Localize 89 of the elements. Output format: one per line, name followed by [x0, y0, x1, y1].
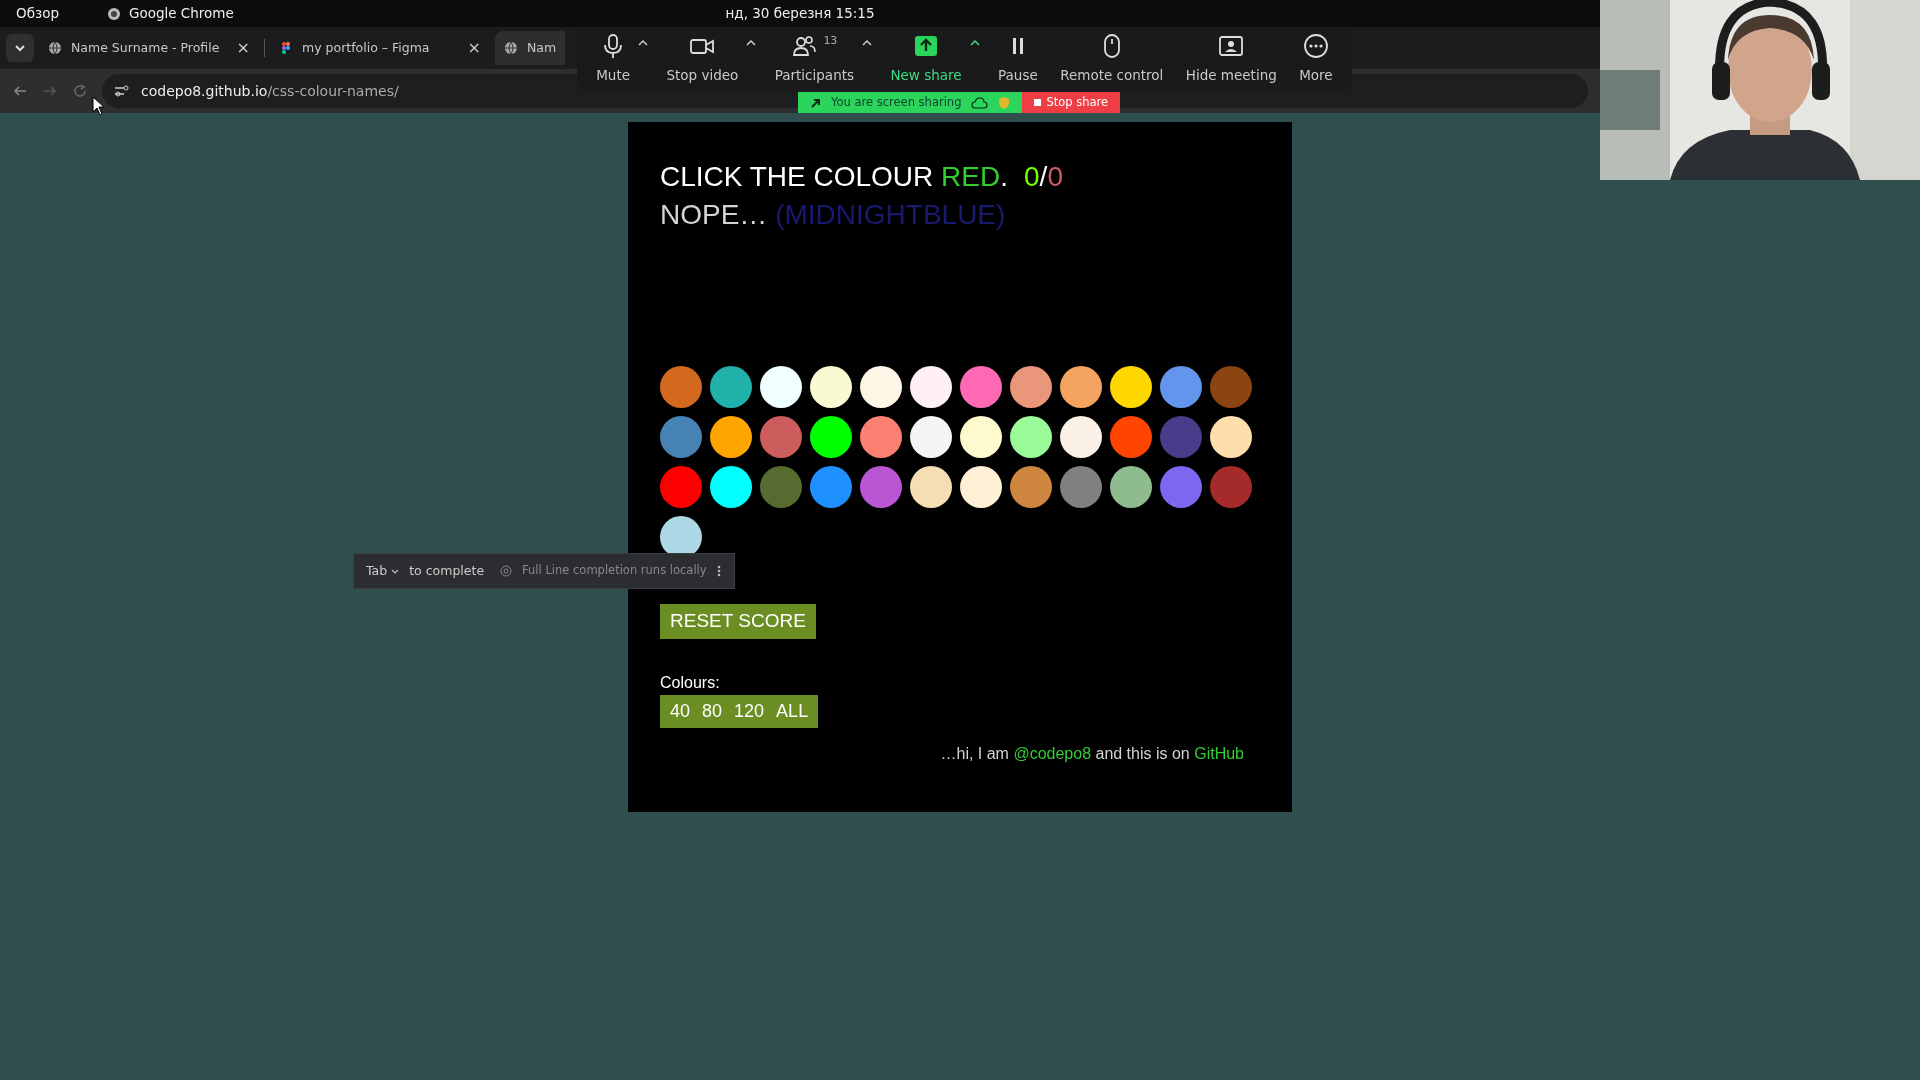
reload-icon[interactable] [72, 83, 88, 99]
prompt-text: CLICK THE COLOUR [660, 161, 934, 192]
site-settings-icon[interactable] [114, 84, 129, 98]
footer-text: …hi, I am @codepo8 and this is on GitHub [939, 743, 1245, 764]
caret-icon[interactable] [862, 38, 873, 47]
app-icon [106, 6, 121, 21]
caret-icon[interactable] [638, 38, 648, 47]
caret-icon[interactable] [746, 38, 757, 47]
participant-count: 13 [823, 32, 838, 49]
activities-button[interactable]: Обзор [16, 3, 59, 24]
browser-tab[interactable]: Nam [495, 31, 566, 65]
colour-swatch[interactable] [1060, 416, 1102, 458]
colour-swatch[interactable] [860, 366, 902, 408]
stop-icon [1034, 99, 1042, 106]
colour-swatch[interactable] [910, 366, 952, 408]
colour-swatch[interactable] [1160, 466, 1202, 508]
tab-list-button[interactable] [6, 34, 34, 62]
colour-count-button[interactable]: ALL [770, 694, 815, 728]
colour-swatch[interactable] [710, 366, 752, 408]
key-dropdown[interactable]: Tab [366, 561, 400, 581]
correct-score: 0 [1024, 161, 1040, 192]
colour-swatch[interactable] [960, 466, 1002, 508]
colour-swatch[interactable] [1010, 466, 1052, 508]
globe-icon [504, 41, 518, 55]
period: . [1000, 161, 1008, 192]
clock[interactable]: нд, 30 березня 15:15 [725, 3, 875, 24]
colour-count-button[interactable]: 80 [696, 694, 729, 728]
colour-swatch[interactable] [1010, 416, 1052, 458]
colour-swatch[interactable] [710, 416, 752, 458]
colour-swatch[interactable] [810, 366, 852, 408]
answer-text: (MIDNIGHTBLUE) [775, 199, 1006, 230]
shield-icon [998, 95, 1011, 110]
stop-share-button[interactable]: Stop share [1022, 92, 1121, 113]
hint-action: to complete [409, 561, 485, 580]
colour-swatch[interactable] [910, 466, 952, 508]
more-icon [1302, 32, 1329, 59]
colour-swatch[interactable] [760, 416, 802, 458]
colour-swatch[interactable] [1010, 366, 1052, 408]
target-colour: RED [941, 161, 1001, 192]
sharing-status: You are screen sharing [831, 93, 962, 111]
colour-swatch[interactable] [860, 466, 902, 508]
colour-swatch[interactable] [910, 416, 952, 458]
url-text: codepo8.github.io/css-colour-names/ [141, 81, 399, 101]
colour-swatch[interactable] [1110, 466, 1152, 508]
browser-tab[interactable]: my portfolio – Figma × [270, 31, 490, 65]
browser-tab[interactable]: Name Surname - Profile × [39, 31, 259, 65]
mouse-cursor-icon [92, 96, 106, 116]
colour-swatch[interactable] [760, 466, 802, 508]
colour-swatch[interactable] [1060, 366, 1102, 408]
close-tab-button[interactable]: × [467, 36, 481, 60]
colour-swatch[interactable] [960, 416, 1002, 458]
hint-note: Full Line completion runs locally [522, 562, 707, 580]
kebab-menu-icon[interactable] [716, 565, 721, 577]
app-logo-icon [279, 42, 293, 54]
colour-swatch[interactable] [1160, 416, 1202, 458]
arrow-icon [810, 97, 821, 108]
github-link[interactable]: GitHub [1194, 744, 1244, 762]
colour-swatch[interactable] [1110, 366, 1152, 408]
colour-swatch[interactable] [1160, 366, 1202, 408]
colour-swatch[interactable] [1110, 416, 1152, 458]
profile-link[interactable]: @codepo8 [1013, 744, 1092, 762]
feedback-text: NOPE… [660, 199, 768, 230]
colour-swatch[interactable] [810, 416, 852, 458]
colour-swatch[interactable] [1210, 366, 1252, 408]
circle-icon [500, 565, 513, 577]
chevron-down-icon [14, 42, 26, 54]
caret-icon[interactable] [969, 38, 980, 47]
cloud-icon [971, 95, 989, 110]
colour-swatch[interactable] [660, 466, 702, 508]
colour-swatch[interactable] [660, 416, 702, 458]
colour-swatch[interactable] [960, 366, 1002, 408]
close-tab-button[interactable]: × [236, 36, 250, 60]
globe-icon [48, 41, 62, 55]
colour-count-button[interactable]: 40 [664, 694, 697, 728]
colour-swatch[interactable] [660, 366, 702, 408]
colour-swatch[interactable] [710, 466, 752, 508]
colour-swatch[interactable] [810, 466, 852, 508]
wrong-score: 0 [1047, 161, 1063, 192]
score-separator: / [1039, 161, 1048, 192]
colour-swatch[interactable] [1210, 466, 1252, 508]
colours-label: Colours: [660, 672, 720, 693]
reset-score-button[interactable]: RESET SCORE [660, 604, 816, 639]
chevron-down-icon [391, 567, 400, 575]
colour-swatch[interactable] [760, 366, 802, 408]
colour-swatch[interactable] [1210, 416, 1252, 458]
app-name[interactable]: Google Chrome [128, 3, 234, 24]
colour-swatch[interactable] [1060, 466, 1102, 508]
colour-swatch[interactable] [860, 416, 902, 458]
colour-count-button[interactable]: 120 [728, 694, 771, 728]
